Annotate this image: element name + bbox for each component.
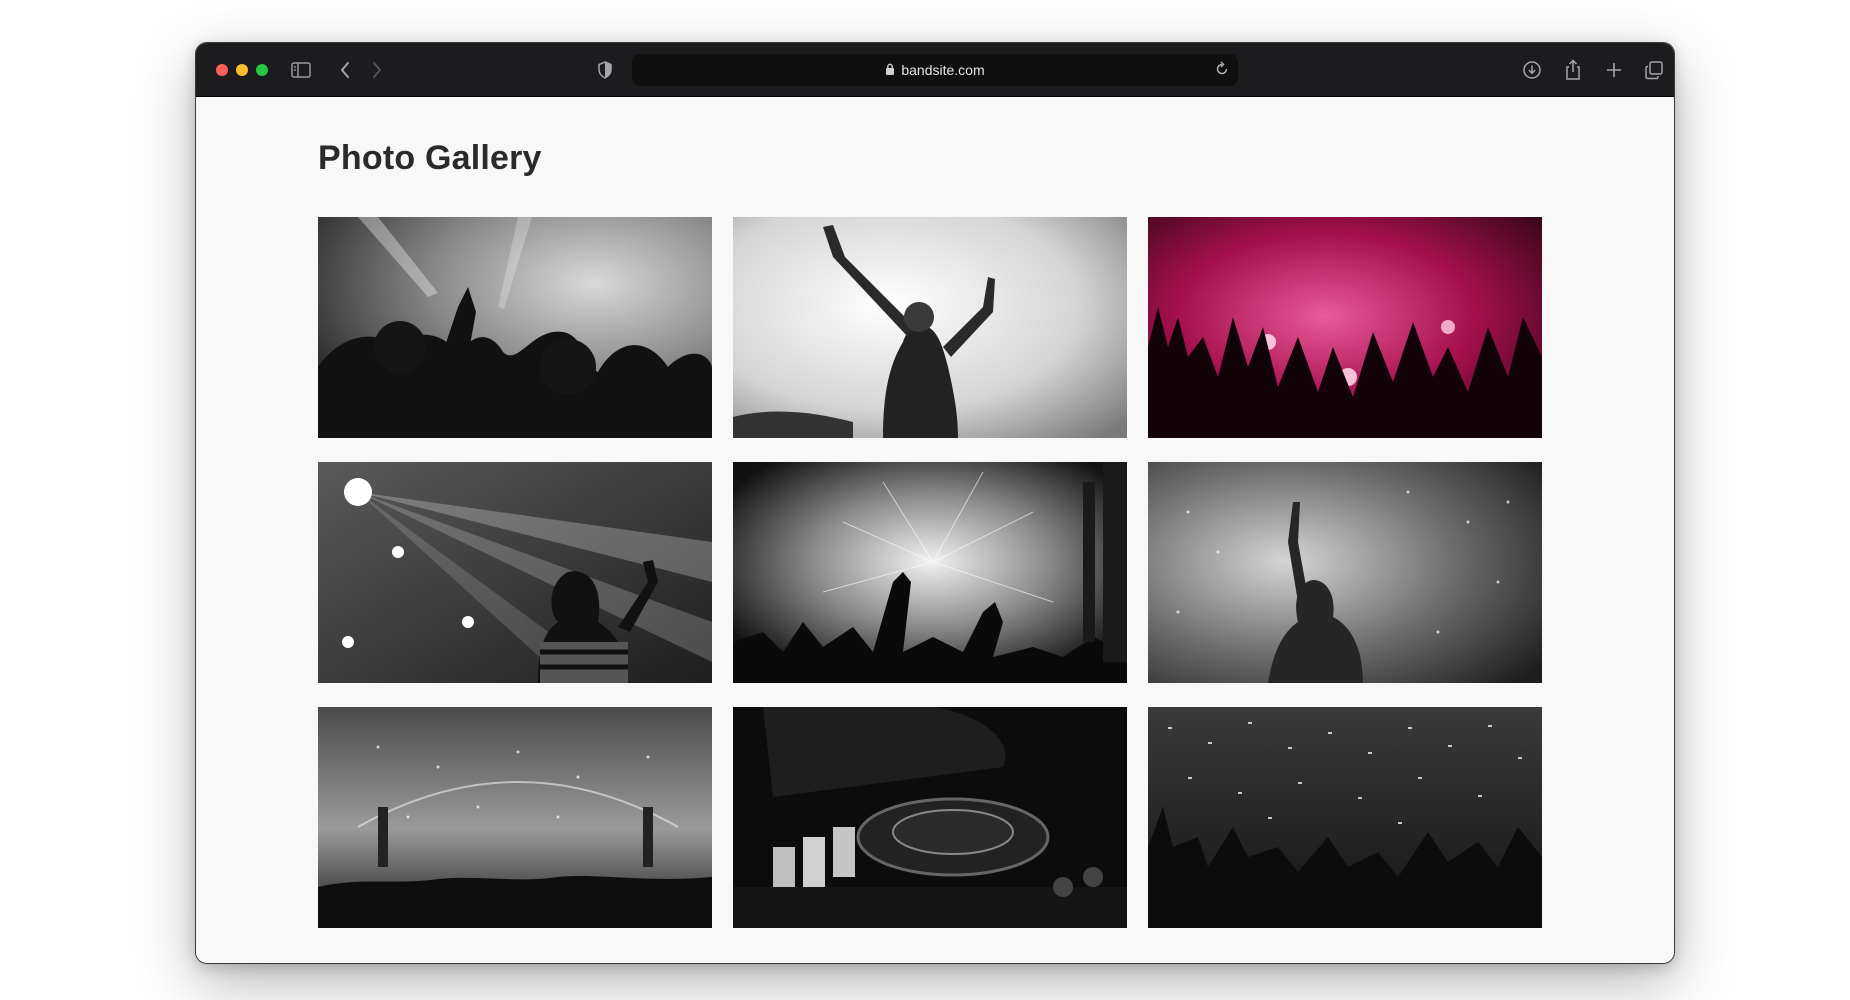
- chevron-left-icon[interactable]: [332, 57, 358, 83]
- page-content: Photo Gallery: [196, 97, 1674, 963]
- zoom-window-button[interactable]: [256, 64, 268, 76]
- gallery-photo[interactable]: [733, 707, 1127, 928]
- browser-window: bandsite.com Photo Gallery: [195, 42, 1675, 964]
- share-icon[interactable]: [1560, 57, 1586, 83]
- gallery-photo[interactable]: [733, 217, 1127, 438]
- plus-icon[interactable]: [1601, 57, 1627, 83]
- gallery-photo[interactable]: [1148, 707, 1542, 928]
- url-text: bandsite.com: [901, 62, 985, 78]
- gallery-photo[interactable]: [318, 217, 712, 438]
- gallery-photo[interactable]: [1148, 462, 1542, 683]
- address-bar[interactable]: bandsite.com: [632, 54, 1238, 86]
- download-icon[interactable]: [1519, 57, 1545, 83]
- gallery-photo[interactable]: [1148, 217, 1542, 438]
- gallery-photo[interactable]: [318, 707, 712, 928]
- gallery-photo[interactable]: [318, 462, 712, 683]
- browser-toolbar: bandsite.com: [196, 43, 1674, 97]
- shield-icon[interactable]: [592, 57, 618, 83]
- tabs-overview-icon[interactable]: [1641, 57, 1667, 83]
- lock-icon: [885, 62, 895, 78]
- close-window-button[interactable]: [216, 64, 228, 76]
- chevron-right-icon[interactable]: [364, 57, 390, 83]
- page-title: Photo Gallery: [318, 139, 542, 177]
- photo-gallery: [318, 217, 1542, 928]
- gallery-photo[interactable]: [733, 462, 1127, 683]
- reload-icon[interactable]: [1214, 60, 1230, 81]
- sidebar-icon[interactable]: [288, 57, 314, 83]
- minimize-window-button[interactable]: [236, 64, 248, 76]
